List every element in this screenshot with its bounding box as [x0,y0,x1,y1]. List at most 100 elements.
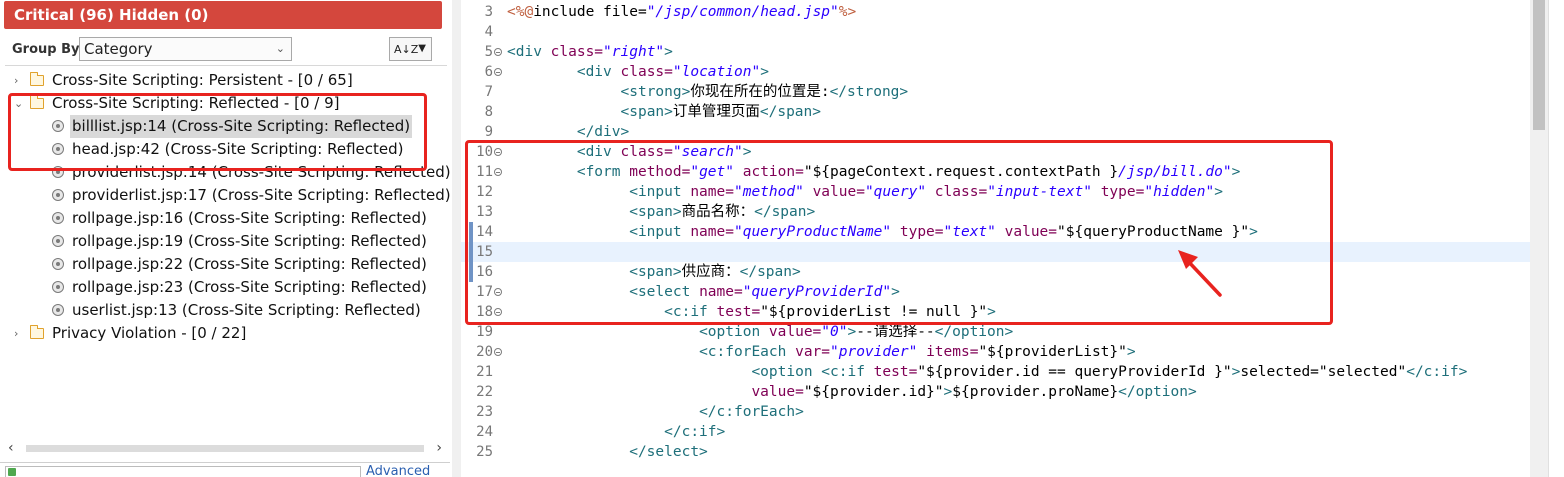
tree-issue[interactable]: rollpage.jsp:16 (Cross-Site Scripting: R… [0,207,450,230]
code-token: <%@ [507,4,534,20]
code-line[interactable]: 25 </select> [461,442,1531,462]
code-line[interactable]: 18 <c:if test="${providerList != null }"… [461,302,1531,322]
severity-header[interactable]: Critical (96) Hidden (0) [4,1,442,29]
chevron-right-icon[interactable]: › [14,322,18,345]
code-token: </option> [1118,384,1197,400]
code-text: <c:if test="${providerList != null }"> [507,302,996,322]
fold-toggle-icon[interactable] [494,168,502,176]
code-line[interactable]: 22 value="${provider.id}">${provider.pro… [461,382,1531,402]
tree-issue[interactable]: rollpage.jsp:23 (Cross-Site Scripting: R… [0,276,450,299]
code-line[interactable]: 5 <div class="right"> [461,42,1531,62]
code-token: "${providerList}" [978,344,1127,360]
chevron-right-icon[interactable]: › [14,69,18,92]
code-text: <select name="queryProviderId"> [507,282,900,302]
code-line[interactable]: 4 [461,22,1531,42]
code-line[interactable]: 19 <option value="0">--请选择--</option> [461,322,1531,342]
fold-toggle-icon[interactable] [494,308,502,316]
code-line[interactable]: 23 </c:forEach> [461,402,1531,422]
tree-issue[interactable]: userlist.jsp:13 (Cross-Site Scripting: R… [0,299,450,322]
code-token: </option> [934,324,1014,340]
tree-issue[interactable]: rollpage.jsp:19 (Cross-Site Scripting: R… [0,230,450,253]
code-line[interactable]: 20 <c:forEach var="provider" items="${pr… [461,342,1531,362]
code-editor[interactable]: 3 <%@include file="/jsp/common/head.jsp"%… [461,0,1564,477]
group-by-select[interactable]: Category ⌄ [79,37,292,61]
az-sort-icon: A↓Z [394,43,419,56]
code-line[interactable]: 11 <form method="get" action="${pageCont… [461,162,1531,182]
tree-folder[interactable]: › Privacy Violation - [0 / 22] [0,322,450,345]
code-line[interactable]: 6 <div class="location"> [461,62,1531,82]
chevron-down-icon[interactable]: ⌄ [14,92,23,115]
line-number: 23 [476,404,493,420]
code-line[interactable]: 13 <span>商品名称：</span> [461,202,1531,222]
code-token: <span> [629,264,682,280]
tree-folder[interactable]: ⌄ Cross-Site Scripting: Reflected - [0 / … [0,92,450,115]
scrollbar-thumb[interactable] [1533,0,1545,130]
tree-issue[interactable]: rollpage.jsp:22 (Cross-Site Scripting: R… [0,253,450,276]
code-line[interactable]: 7 <strong>你现在所在的位置是:</strong> [461,82,1531,102]
code-line[interactable]: 21 <option <c:if test="${provider.id == … [461,362,1531,382]
code-text: </select> [507,442,708,462]
group-by-value: Category [84,40,153,58]
code-line[interactable]: 15 [461,242,1531,262]
code-token: ${provider.proName} [952,384,1119,400]
fold-toggle-icon[interactable] [494,48,502,56]
sort-button[interactable]: A↓Z ▼ [389,37,432,61]
code-text: value="${provider.id}">${provider.proNam… [507,382,1197,402]
fold-toggle-icon[interactable] [494,148,502,156]
issue-icon [52,212,64,224]
fold-toggle-icon[interactable] [494,348,502,356]
fold-toggle-icon[interactable] [494,288,502,296]
tree-issue-label: rollpage.jsp:23 (Cross-Site Scripting: R… [72,278,427,296]
code-line[interactable]: 24 </c:if> [461,422,1531,442]
code-text: <strong>你现在所在的位置是:</strong> [507,82,909,102]
tree-issue[interactable]: head.jsp:42 (Cross-Site Scripting: Refle… [0,138,450,161]
code-token: --请选择-- [856,324,935,340]
code-token: <div [576,64,621,80]
tree-issue[interactable]: providerlist.jsp:14 (Cross-Site Scriptin… [0,161,451,184]
panel-splitter[interactable] [452,0,461,477]
filter-input[interactable] [5,466,361,477]
code-line[interactable]: 10 <div class="search"> [461,142,1531,162]
tree-folder-label: Cross-Site Scripting: Persistent - [0 / … [52,71,353,89]
scrollbar-track[interactable] [26,445,424,452]
code-token: > [664,44,673,60]
code-token: "query" [864,184,927,200]
code-token: <input [629,184,691,200]
code-line[interactable]: 17 <select name="queryProviderId"> [461,282,1531,302]
issue-icon [52,143,64,155]
code-token: <option [751,364,822,380]
code-line[interactable]: 16 <span>供应商：</span> [461,262,1531,282]
code-line[interactable]: 14 <input name="queryProductName" type="… [461,222,1531,242]
code-token: class= [550,44,604,60]
tree-issue-label: rollpage.jsp:16 (Cross-Site Scripting: R… [72,209,427,227]
code-token: > [1231,164,1241,180]
line-number: 22 [476,384,493,400]
line-number: 8 [484,104,493,120]
code-line[interactable]: 9 </div> [461,122,1531,142]
fold-toggle-icon[interactable] [494,68,502,76]
code-token: "right" [603,44,665,60]
code-line[interactable]: 8 <span>订单管理页面</span> [461,102,1531,122]
vertical-scrollbar[interactable] [1530,0,1548,477]
tree-issue[interactable]: providerlist.jsp:17 (Cross-Site Scriptin… [0,184,451,207]
code-token: > [742,144,752,160]
code-text: <span>供应商：</span> [507,262,801,282]
code-token: "${queryProductName }" [1057,224,1250,240]
tree-folder-label: Privacy Violation - [0 / 22] [52,324,247,342]
advanced-link[interactable]: Advanced [366,465,430,477]
code-line[interactable]: 3 <%@include file="/jsp/common/head.jsp"%… [461,2,1531,22]
code-line[interactable]: 12 <input name="method" value="query" cl… [461,182,1531,202]
scroll-right-icon[interactable]: › [436,440,442,456]
horizontal-scrollbar[interactable]: ‹ › [2,440,448,457]
code-token: </span> [754,204,816,220]
tree-issue[interactable]: billlist.jsp:14 (Cross-Site Scripting: R… [0,115,450,138]
tree-folder[interactable]: › Cross-Site Scripting: Persistent - [0 /… [0,69,450,92]
code-text: <form method="get" action="${pageContext… [507,162,1241,182]
group-by-label: Group By: [12,42,85,57]
code-token: > [987,304,996,320]
scroll-left-icon[interactable]: ‹ [8,440,14,456]
